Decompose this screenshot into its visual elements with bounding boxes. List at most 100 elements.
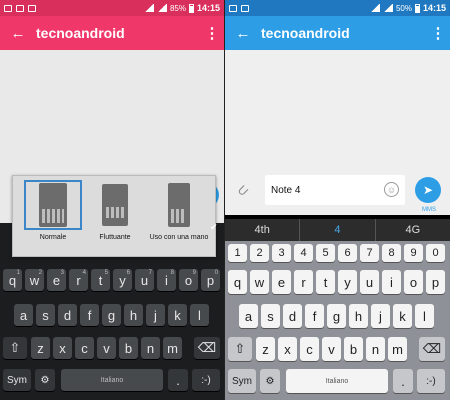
key-7[interactable]: 7 (360, 244, 379, 262)
key-g[interactable]: g (102, 304, 121, 326)
suggestion-item[interactable]: 4th (225, 219, 301, 241)
key-w[interactable]: w (250, 270, 269, 294)
floating-keyboard-icon (102, 184, 128, 226)
key-d[interactable]: d (58, 304, 77, 326)
suggestion-item[interactable]: 4G (376, 219, 450, 241)
period-key[interactable]: . (168, 369, 188, 391)
backspace-key[interactable]: ⌫ (419, 337, 445, 361)
key-o[interactable]: 9o (179, 269, 198, 291)
key-u[interactable]: 7u (135, 269, 154, 291)
conversation-title: tecnoandroid (36, 25, 125, 41)
key-y[interactable]: y (338, 270, 357, 294)
key-a[interactable]: a (14, 304, 33, 326)
key-h[interactable]: h (349, 304, 368, 328)
back-arrow-icon[interactable]: ← (225, 25, 261, 42)
key-v[interactable]: v (97, 337, 116, 359)
battery-icon (188, 3, 194, 13)
overflow-menu-icon[interactable]: ⋮ (200, 24, 224, 42)
key-l[interactable]: l (190, 304, 209, 326)
wifi-icon (143, 4, 154, 12)
key-z[interactable]: z (31, 337, 50, 359)
key-t[interactable]: 5t (91, 269, 110, 291)
suggestion-item[interactable]: 4 (300, 219, 376, 241)
app-bar: ← tecnoandroid ⋮ (225, 16, 450, 50)
sym-key[interactable]: Sym (3, 369, 31, 391)
key-6[interactable]: 6 (338, 244, 357, 262)
key-i[interactable]: i (382, 270, 401, 294)
smiley-key[interactable]: :-) (192, 369, 220, 391)
key-p[interactable]: p (426, 270, 445, 294)
key-9[interactable]: 9 (404, 244, 423, 262)
settings-key[interactable]: ⚙ (260, 369, 280, 393)
clock: 14:15 (196, 3, 220, 13)
key-k[interactable]: k (168, 304, 187, 326)
key-z[interactable]: z (256, 337, 275, 361)
key-d[interactable]: d (283, 304, 302, 328)
key-h[interactable]: h (124, 304, 143, 326)
mode-option-one-hand[interactable]: Uso con una mano (149, 180, 209, 254)
space-key[interactable]: Italiano (286, 369, 388, 393)
key-y[interactable]: 6y (113, 269, 132, 291)
key-3[interactable]: 3 (272, 244, 291, 262)
key-b[interactable]: b (344, 337, 363, 361)
key-2[interactable]: 2 (250, 244, 269, 262)
key-q[interactable]: 1q (3, 269, 22, 291)
key-p[interactable]: 0p (201, 269, 220, 291)
sym-key[interactable]: Sym (228, 369, 256, 393)
key-q[interactable]: q (228, 270, 247, 294)
shift-key[interactable]: ⇧ (228, 337, 252, 361)
backspace-key[interactable]: ⌫ (194, 337, 220, 359)
key-c[interactable]: c (75, 337, 94, 359)
key-i[interactable]: 8i (157, 269, 176, 291)
key-s[interactable]: s (36, 304, 55, 326)
key-5[interactable]: 5 (316, 244, 335, 262)
emoji-icon[interactable]: ☺ (384, 182, 399, 197)
battery-percent: 50% (395, 3, 412, 13)
key-f[interactable]: f (305, 304, 324, 328)
signal-icon (156, 4, 167, 12)
keyboard-mode-popup: Normale Fluttuante Uso con una mano (12, 175, 216, 257)
mode-option-floating[interactable]: Fluttuante (85, 180, 145, 254)
key-w[interactable]: 2w (25, 269, 44, 291)
mode-option-normal[interactable]: Normale (23, 180, 83, 254)
key-m[interactable]: m (163, 337, 182, 359)
key-x[interactable]: x (278, 337, 297, 361)
key-j[interactable]: j (146, 304, 165, 326)
key-n[interactable]: n (141, 337, 160, 359)
key-r[interactable]: r (294, 270, 313, 294)
back-arrow-icon[interactable]: ← (0, 25, 36, 42)
key-j[interactable]: j (371, 304, 390, 328)
message-input[interactable]: Note 4 ☺ (265, 175, 405, 205)
key-x[interactable]: x (53, 337, 72, 359)
key-u[interactable]: u (360, 270, 379, 294)
key-f[interactable]: f (80, 304, 99, 326)
key-n[interactable]: n (366, 337, 385, 361)
key-r[interactable]: 4r (69, 269, 88, 291)
suggestion-bar: 4th 4 4G (225, 219, 450, 241)
key-b[interactable]: b (119, 337, 138, 359)
key-m[interactable]: m (388, 337, 407, 361)
key-1[interactable]: 1 (228, 244, 247, 262)
smiley-key[interactable]: :-) (417, 369, 445, 393)
settings-key[interactable]: ⚙ (35, 369, 55, 391)
shift-key[interactable]: ⇧ (3, 337, 27, 359)
key-4[interactable]: 4 (294, 244, 313, 262)
key-s[interactable]: s (261, 304, 280, 328)
key-c[interactable]: c (300, 337, 319, 361)
key-k[interactable]: k (393, 304, 412, 328)
key-e[interactable]: 3e (47, 269, 66, 291)
key-o[interactable]: o (404, 270, 423, 294)
key-v[interactable]: v (322, 337, 341, 361)
space-key[interactable]: Italiano (61, 369, 163, 391)
send-button[interactable]: ➤ (415, 177, 441, 203)
key-g[interactable]: g (327, 304, 346, 328)
key-a[interactable]: a (239, 304, 258, 328)
overflow-menu-icon[interactable]: ⋮ (426, 24, 450, 42)
key-e[interactable]: e (272, 270, 291, 294)
period-key[interactable]: . (393, 369, 413, 393)
battery-icon (414, 3, 420, 13)
key-0[interactable]: 0 (426, 244, 445, 262)
key-8[interactable]: 8 (382, 244, 401, 262)
key-t[interactable]: t (316, 270, 335, 294)
key-l[interactable]: l (415, 304, 434, 328)
